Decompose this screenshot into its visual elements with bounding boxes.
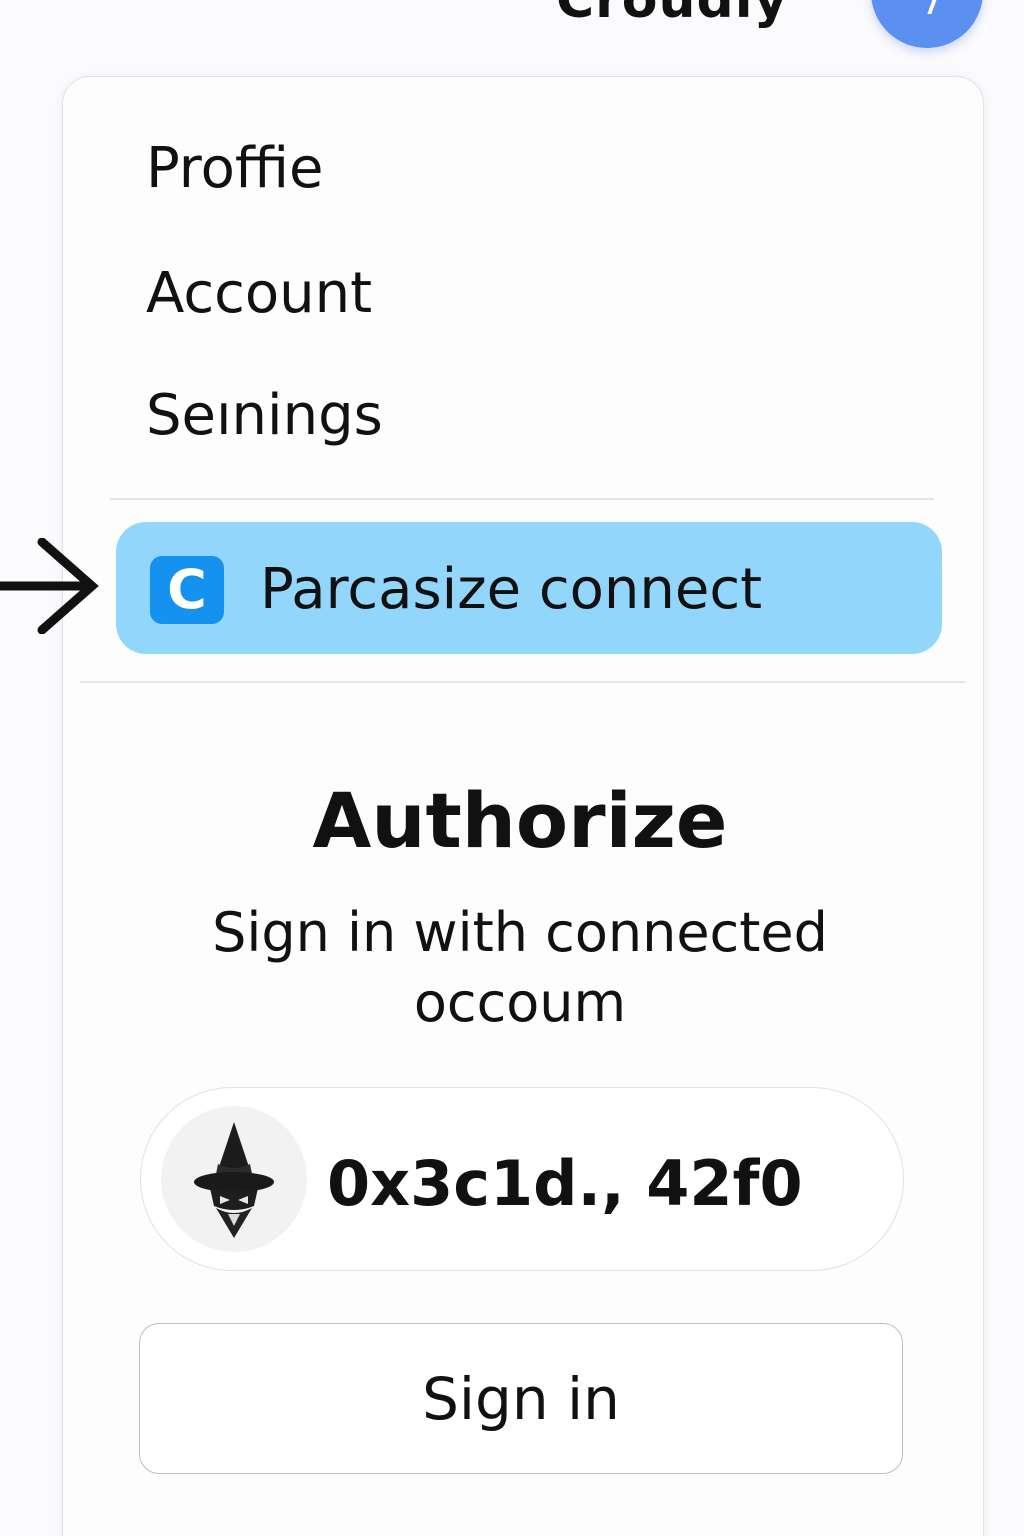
right-arrow-icon (0, 538, 99, 634)
menu-item-account[interactable]: Account (146, 261, 372, 326)
wizard-avatar-icon (161, 1106, 307, 1252)
wallet-address: 0x3c1d., 42f0 (327, 1147, 803, 1220)
user-avatar-icon (917, 0, 939, 14)
menu-item-profile[interactable]: Proffie (146, 136, 323, 201)
sign-in-button[interactable]: Sign in (139, 1323, 903, 1474)
avatar-button[interactable] (871, 0, 983, 48)
connect-label: Parcasize connect (260, 557, 763, 622)
menu-item-settings[interactable]: Seınings (146, 383, 383, 448)
authorize-subtitle: Sign in with connected occoum (212, 901, 828, 1034)
page: Croudly Proffie Account Seınings C Parca… (0, 0, 1024, 1536)
menu-item-connect[interactable]: C Parcasize connect (116, 522, 942, 654)
wallet-account-selector[interactable]: 0x3c1d., 42f0 (140, 1087, 904, 1271)
menu-divider (110, 498, 934, 500)
section-divider (80, 681, 966, 683)
authorize-title: Authorize (312, 776, 728, 865)
app-title: Croudly (556, 0, 789, 30)
connect-logo-icon: C (150, 556, 224, 624)
